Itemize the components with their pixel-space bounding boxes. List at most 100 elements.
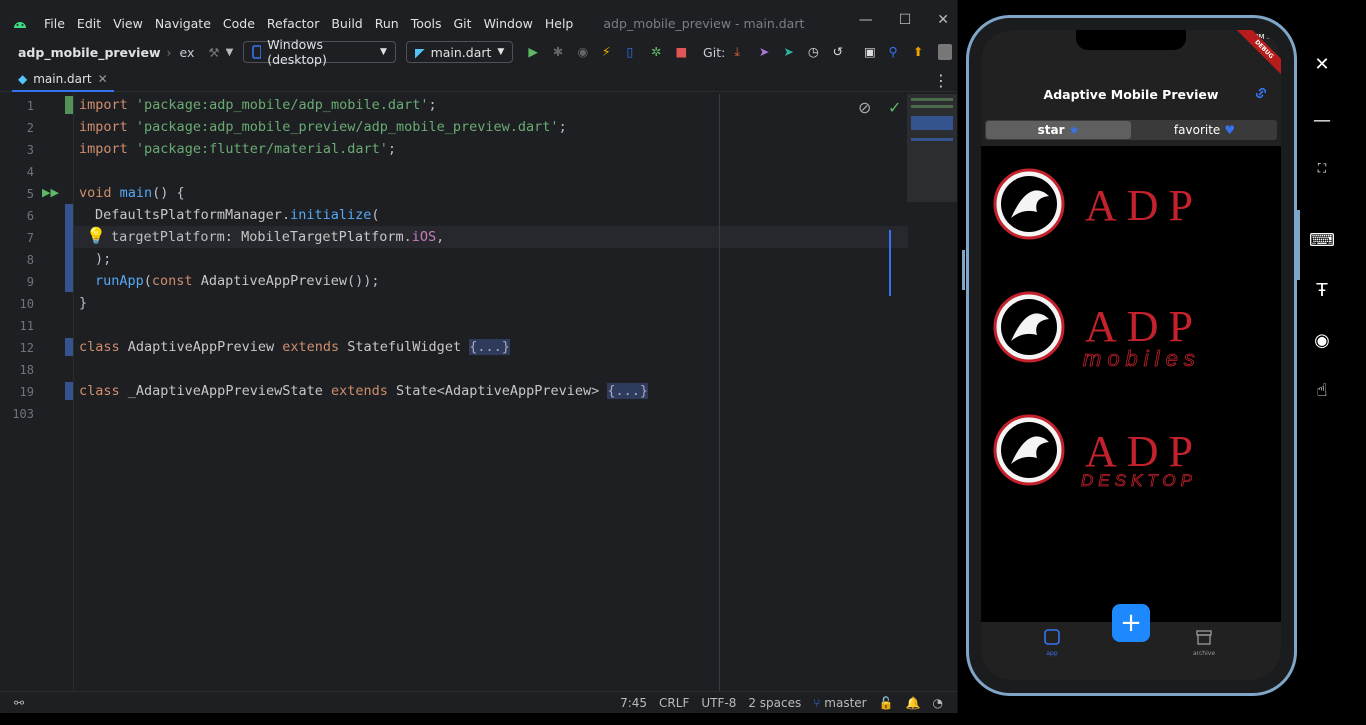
- caret-position[interactable]: 7:45: [620, 696, 647, 710]
- lock-icon[interactable]: 🔓: [879, 696, 894, 710]
- stop-icon[interactable]: ■: [676, 44, 691, 60]
- menu-window[interactable]: Window: [484, 16, 533, 31]
- notch: [1076, 30, 1186, 50]
- fold-marker[interactable]: {...}: [469, 339, 510, 355]
- menu-help[interactable]: Help: [545, 16, 574, 31]
- hot-reload-icon[interactable]: ⚡: [602, 44, 617, 60]
- menu-code[interactable]: Code: [223, 16, 255, 31]
- menu-build[interactable]: Build: [331, 16, 362, 31]
- add-fab-button[interactable]: +: [1112, 604, 1150, 642]
- bulb-icon[interactable]: 💡: [86, 226, 106, 245]
- menu-edit[interactable]: Edit: [77, 16, 101, 31]
- chevron-down-icon: ▼: [380, 47, 387, 57]
- code-line-10: }: [79, 295, 88, 311]
- minimize-icon[interactable]: —: [859, 12, 873, 28]
- code-line-12: class AdaptiveAppPreview extends Statefu…: [79, 339, 510, 355]
- hide-icon[interactable]: ⊘: [858, 98, 871, 117]
- search-icon[interactable]: ⚲: [889, 44, 904, 60]
- link-icon[interactable]: [1253, 85, 1269, 101]
- profile-icon[interactable]: ◉: [577, 44, 592, 60]
- menu-view[interactable]: View: [113, 16, 143, 31]
- run-config-label: main.dart: [430, 44, 492, 60]
- project-name[interactable]: adp_mobile_preview: [18, 45, 161, 60]
- line-separator[interactable]: CRLF: [659, 696, 689, 710]
- svg-text:mobiles: mobiles: [1083, 346, 1201, 371]
- line-number: 5: [26, 187, 34, 201]
- phone-side-btn: [962, 250, 965, 290]
- line-number: 12: [19, 341, 34, 355]
- avatar[interactable]: [937, 44, 953, 60]
- tab-label: main.dart: [33, 72, 92, 86]
- nav-item-archive[interactable]: archive: [1193, 628, 1215, 657]
- git-label: Git:: [703, 44, 726, 60]
- menu-run[interactable]: Run: [375, 16, 399, 31]
- eye-icon[interactable]: ◉: [1310, 328, 1334, 352]
- bell-icon[interactable]: 🔔: [906, 696, 921, 710]
- keyboard-icon[interactable]: ⌨: [1309, 228, 1335, 252]
- adp-desktop-logo: ADP DESKTOP: [993, 414, 1193, 490]
- minimize-preview-icon[interactable]: —: [1310, 108, 1334, 132]
- phone-screen[interactable]: PM . DEBUG Adaptive Mobile Preview star ★…: [981, 30, 1281, 680]
- breadcrumb-crumb[interactable]: ex: [180, 45, 195, 60]
- git-commit-icon[interactable]: ➤: [759, 44, 774, 60]
- line-number: 4: [26, 165, 34, 179]
- fullscreen-icon[interactable]: ⛶: [1310, 156, 1334, 180]
- scroll-marker: [889, 230, 891, 296]
- debug-banner: DEBUG: [1235, 30, 1281, 79]
- window-controls: — ☐ ✕: [859, 12, 949, 28]
- fold-marker[interactable]: {...}: [607, 383, 649, 399]
- segment-favorite[interactable]: favorite ♥: [1132, 120, 1277, 140]
- line-number: 6: [26, 209, 34, 223]
- change-marker: [65, 382, 73, 400]
- menu-refactor[interactable]: Refactor: [267, 16, 319, 31]
- history-icon[interactable]: ◷: [808, 44, 823, 60]
- hammer-icon[interactable]: ⚒: [208, 45, 219, 60]
- device-manager-icon[interactable]: ▣: [864, 44, 879, 60]
- flutter-icon: ◤: [414, 44, 425, 60]
- rollback-icon[interactable]: ↺: [832, 44, 847, 60]
- git-update-icon[interactable]: ⤓: [734, 44, 749, 60]
- hot-restart-icon[interactable]: ▯: [626, 44, 641, 60]
- more-icon[interactable]: ⋮: [933, 71, 949, 90]
- chevron-down-icon[interactable]: ▼: [226, 47, 234, 58]
- touch-icon[interactable]: ☝: [1310, 378, 1334, 402]
- close-preview-icon[interactable]: ✕: [1310, 52, 1334, 76]
- run-gutter-icon[interactable]: ▶▶: [42, 186, 59, 199]
- segment-star[interactable]: star ★: [986, 121, 1131, 139]
- code-editor[interactable]: 1 2 3 4 5 6 7 8 9 10 11 12 18 19 103 ▶▶ …: [0, 94, 908, 691]
- close-icon[interactable]: ✕: [937, 12, 949, 28]
- inspection-icon[interactable]: ◔: [933, 696, 943, 710]
- line-number: 19: [19, 385, 34, 399]
- device-selector[interactable]: Windows (desktop) ▼: [243, 37, 396, 67]
- file-encoding[interactable]: UTF-8: [701, 696, 736, 710]
- device-label: Windows (desktop): [267, 37, 327, 67]
- check-icon[interactable]: ✓: [888, 98, 901, 117]
- change-marker: [65, 338, 73, 356]
- nav-item-app[interactable]: app: [1043, 628, 1061, 657]
- run-icon[interactable]: ▶: [528, 44, 543, 60]
- menu-tools[interactable]: Tools: [411, 16, 442, 31]
- editor-tabs: ◆ main.dart ✕ ⋮: [0, 68, 957, 92]
- line-number: 18: [19, 363, 34, 377]
- text-scale-icon[interactable]: Ŧ: [1310, 278, 1334, 302]
- menu-file[interactable]: File: [44, 16, 65, 31]
- code-line-9: runApp(const AdaptiveAppPreview());: [95, 273, 380, 289]
- update-icon[interactable]: ⬆: [913, 44, 928, 60]
- menu-git[interactable]: Git: [454, 16, 472, 31]
- tab-main-dart[interactable]: ◆ main.dart ✕: [12, 68, 114, 92]
- attach-debugger-icon[interactable]: ✲: [651, 44, 666, 60]
- git-push-icon[interactable]: ➤: [783, 44, 798, 60]
- power-save-icon[interactable]: ⚯: [14, 696, 24, 710]
- debug-icon[interactable]: ✱: [553, 44, 568, 60]
- close-tab-icon[interactable]: ✕: [98, 72, 108, 86]
- indent-setting[interactable]: 2 spaces: [748, 696, 801, 710]
- change-marker: [65, 96, 73, 114]
- maximize-icon[interactable]: ☐: [899, 12, 912, 28]
- svg-text:ADP: ADP: [1085, 302, 1203, 351]
- run-config-selector[interactable]: ◤ main.dart ▼: [405, 41, 514, 63]
- menu-navigate[interactable]: Navigate: [155, 16, 211, 31]
- code-line-3: import 'package:flutter/material.dart';: [79, 141, 397, 157]
- app-icon: [1044, 629, 1060, 645]
- git-branch[interactable]: ⑂ master: [813, 696, 866, 710]
- minimap[interactable]: [907, 94, 957, 202]
